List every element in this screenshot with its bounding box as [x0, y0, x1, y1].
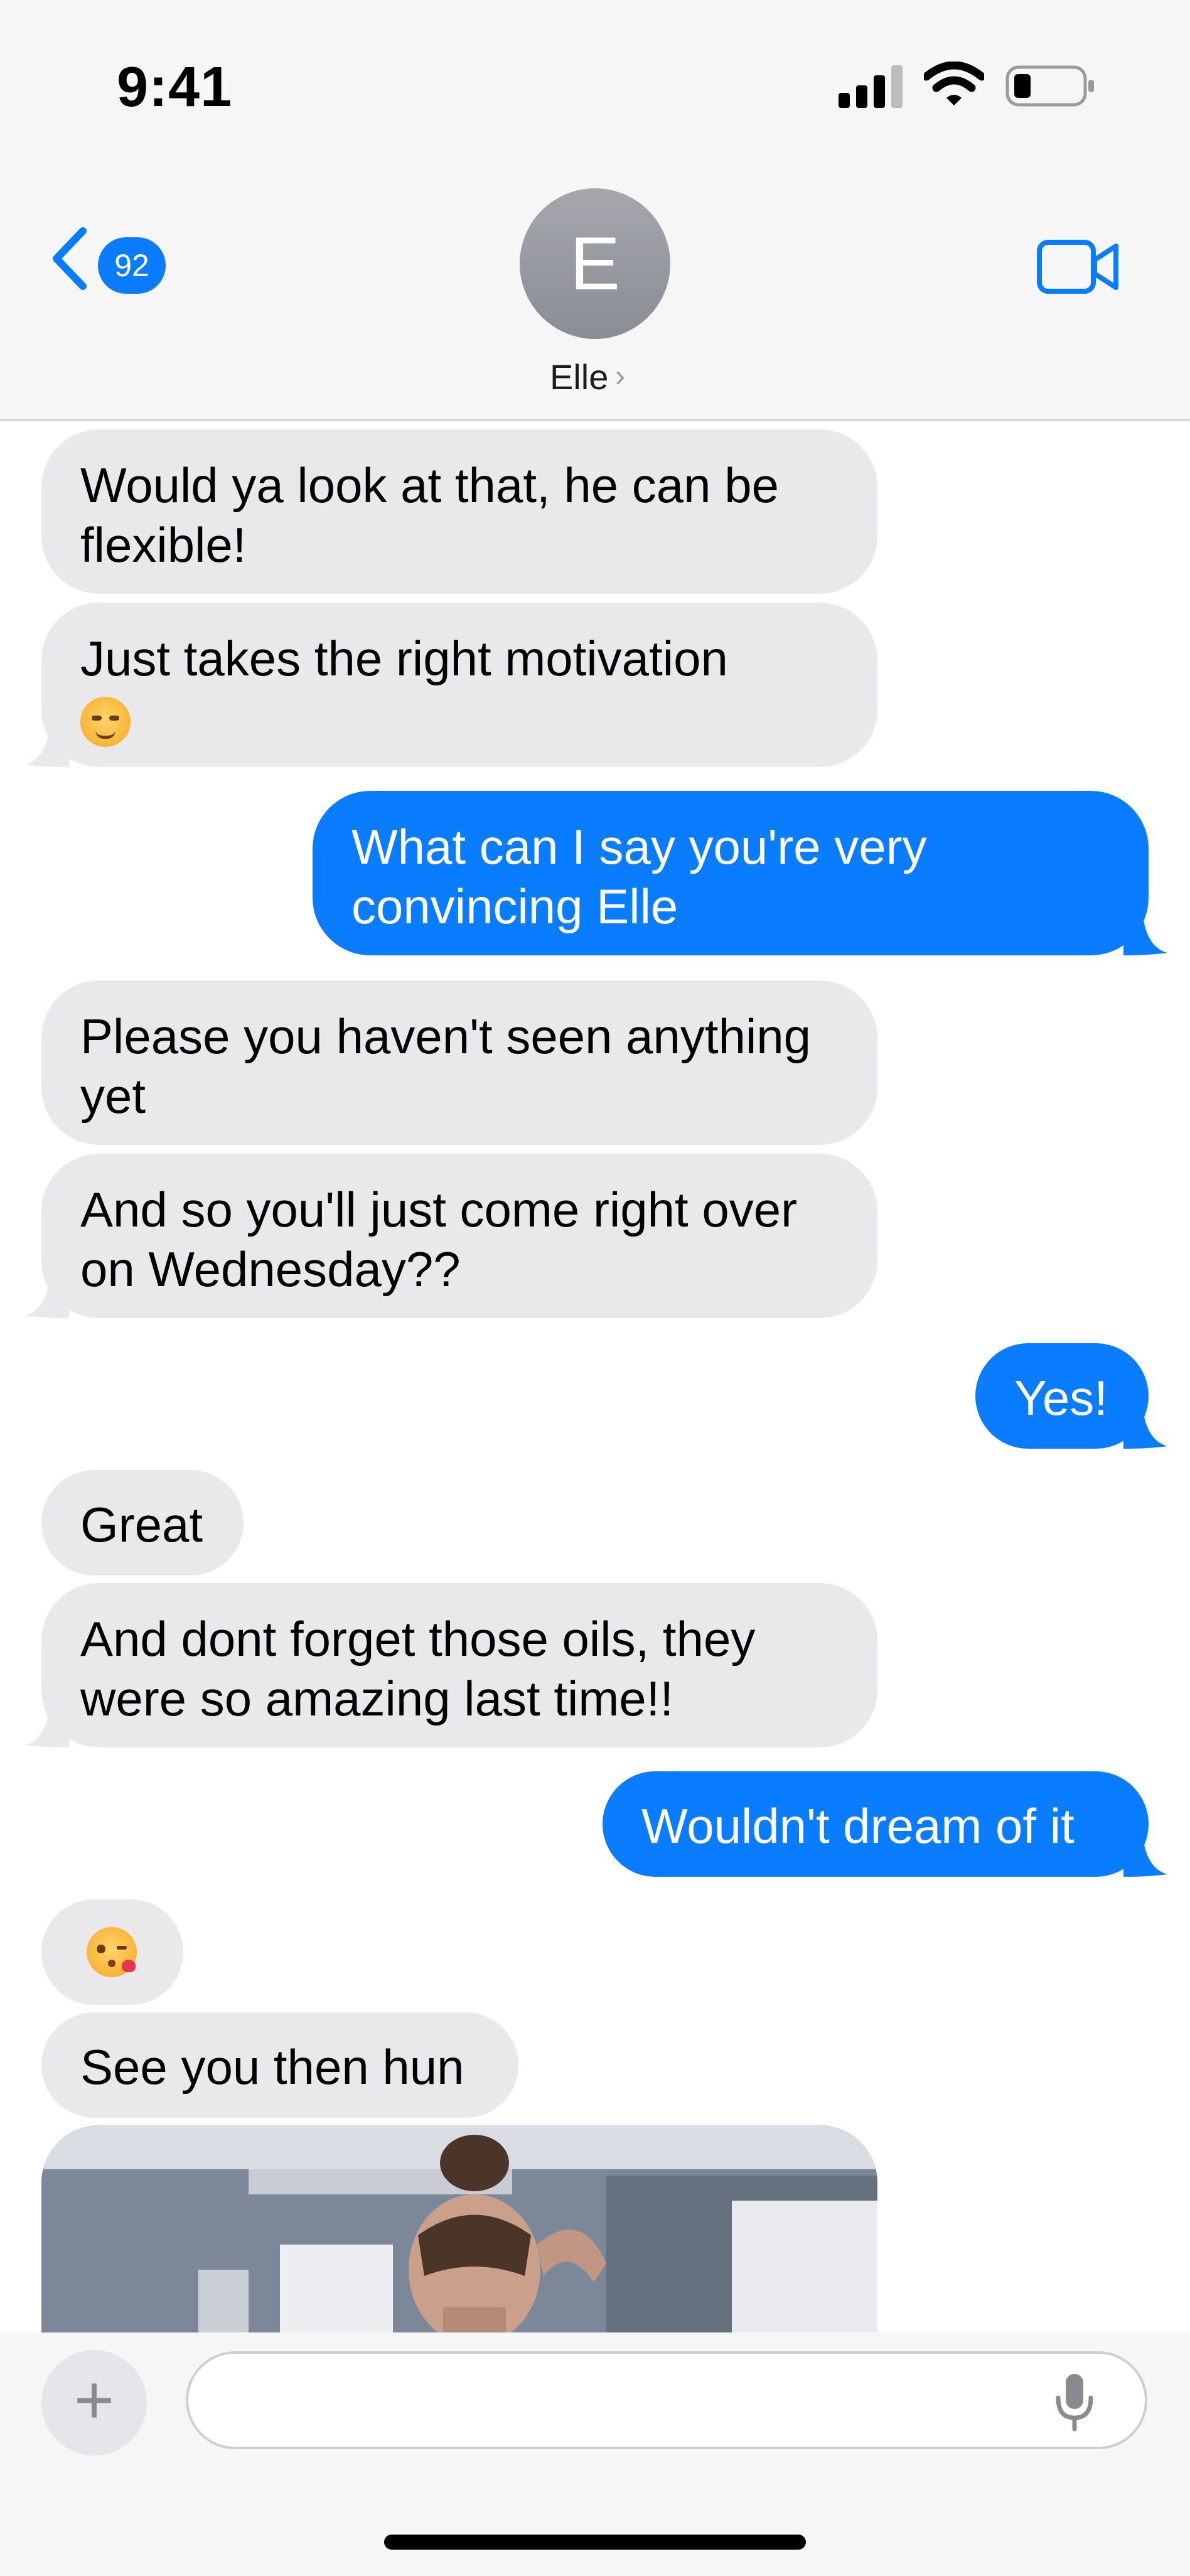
wifi-icon — [924, 62, 984, 105]
message-received[interactable]: And dont forget those oils, they were so… — [41, 1583, 877, 1747]
message-text: What can I say you're very convincing El… — [351, 819, 927, 934]
message-received[interactable]: And so you'll just come right over on We… — [41, 1154, 877, 1318]
message-received[interactable] — [41, 1899, 183, 2005]
face-blowing-kiss-emoji — [87, 1927, 137, 1977]
message-received[interactable]: See you then hun — [41, 2012, 518, 2118]
message-text: Great — [80, 1497, 203, 1552]
microphone-icon[interactable] — [1054, 2373, 1095, 2433]
bubble-tail — [1123, 1414, 1167, 1449]
contact-name[interactable]: Elle — [550, 357, 608, 397]
message-text: And so you'll just come right over on We… — [80, 1182, 798, 1297]
cellular-signal-icon — [839, 65, 903, 108]
message-text: Would ya look at that, he can be flexibl… — [80, 458, 779, 572]
message-received[interactable]: Just takes the right motivation — [41, 603, 877, 767]
message-text: And dont forget those oils, they were so… — [80, 1611, 756, 1726]
bubble-tail — [25, 1283, 69, 1318]
chevron-right-icon[interactable]: › — [615, 359, 625, 394]
message-received[interactable]: Great — [41, 1470, 244, 1575]
bubble-tail — [25, 732, 69, 767]
message-sent[interactable]: Wouldn't dream of it — [603, 1771, 1149, 1877]
unread-count-badge[interactable]: 92 — [98, 237, 166, 294]
message-input[interactable] — [213, 2373, 1032, 2430]
add-attachment-button[interactable]: + — [41, 2350, 147, 2455]
bubble-tail — [1123, 1842, 1167, 1877]
bubble-tail — [1123, 920, 1167, 955]
message-received[interactable]: Please you haven't seen anything yet — [41, 980, 877, 1145]
photo-attachment[interactable] — [41, 2125, 877, 2332]
message-sent[interactable]: What can I say you're very convincing El… — [313, 791, 1149, 955]
message-text: Just takes the right motivation — [80, 631, 728, 686]
status-time: 9:41 — [117, 56, 233, 119]
message-sent[interactable]: Yes! — [975, 1343, 1149, 1449]
message-text: Wouldn't dream of it — [641, 1798, 1075, 1854]
bubble-tail — [25, 1712, 69, 1747]
contact-avatar[interactable]: E — [520, 188, 670, 339]
back-chevron-icon[interactable] — [49, 226, 89, 291]
message-received[interactable]: Would ya look at that, he can be flexibl… — [41, 429, 877, 594]
photo-image — [41, 2125, 877, 2332]
message-text: Please you haven't seen anything yet — [80, 1009, 812, 1124]
video-call-icon[interactable] — [1037, 239, 1120, 295]
message-text: Yes! — [1014, 1370, 1108, 1425]
battery-icon — [1005, 65, 1094, 107]
smirking-face-emoji — [80, 697, 131, 748]
home-indicator[interactable] — [384, 2535, 806, 2550]
message-input-container[interactable] — [186, 2351, 1147, 2449]
message-text: See you then hun — [80, 2039, 464, 2095]
